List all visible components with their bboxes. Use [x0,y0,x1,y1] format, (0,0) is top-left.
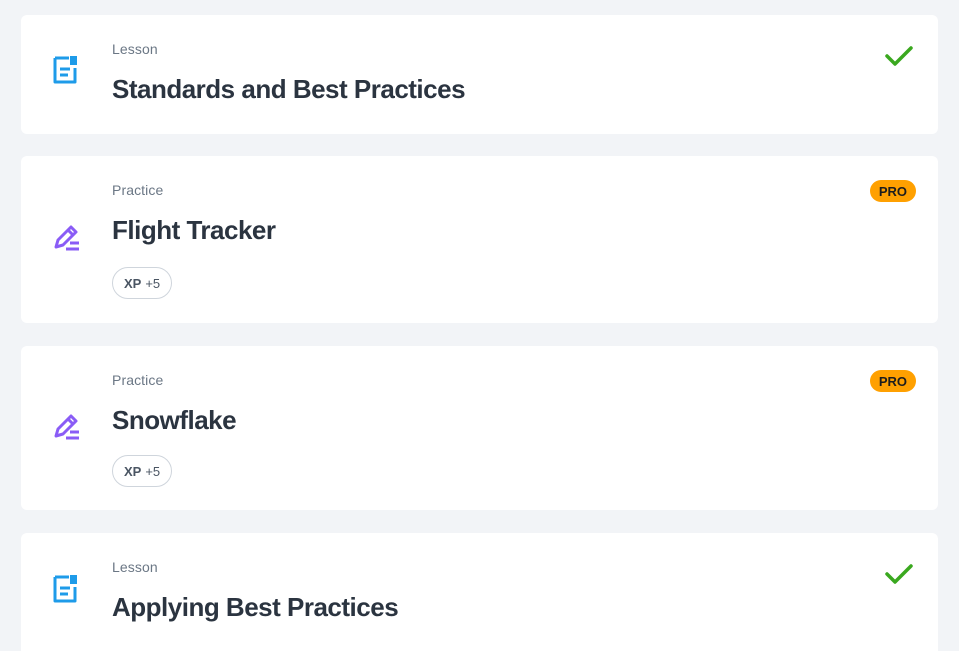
item-title[interactable]: Applying Best Practices [112,592,399,623]
lesson-document-icon [53,56,77,84]
lesson-card[interactable]: Lesson Standards and Best Practices [21,15,938,134]
lesson-card[interactable]: Lesson Applying Best Practices [21,533,938,651]
check-icon [885,564,913,584]
item-kind-label: Practice [112,372,164,388]
item-title[interactable]: Flight Tracker [112,215,276,246]
xp-badge: XP +5 [112,267,173,299]
xp-badge: XP +5 [112,455,173,487]
practice-card[interactable]: Practice Snowflake XP +5 PRO [21,346,938,510]
practice-card[interactable]: Practice Flight Tracker XP +5 PRO [21,156,938,323]
pro-badge: PRO [869,370,916,392]
lesson-list: Lesson Standards and Best Practices Prac… [0,0,959,651]
item-kind-label: Lesson [112,41,158,57]
practice-pencil-icon [54,414,79,440]
lesson-document-icon [53,575,77,603]
xp-value: +5 [145,275,161,291]
item-kind-label: Practice [112,182,164,198]
xp-label: XP [124,463,142,479]
practice-pencil-icon [54,225,79,251]
xp-label: XP [124,275,142,291]
item-title[interactable]: Standards and Best Practices [112,74,466,105]
xp-value: +5 [145,463,161,479]
pro-badge: PRO [869,180,916,202]
item-title[interactable]: Snowflake [112,405,237,436]
check-icon [885,46,913,66]
item-kind-label: Lesson [112,559,158,575]
